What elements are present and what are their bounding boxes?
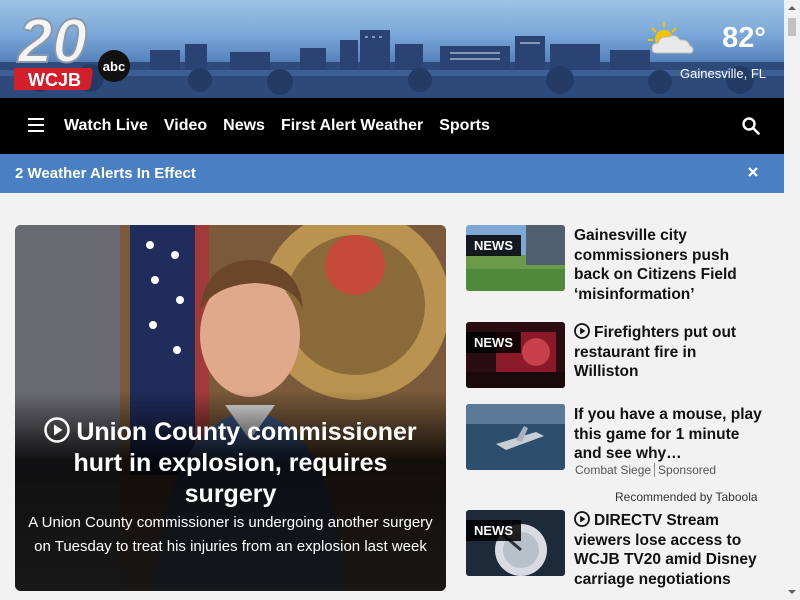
play-video-icon [574, 323, 590, 339]
svg-text:WCJB: WCJB [28, 70, 81, 90]
partly-cloudy-icon [648, 22, 694, 54]
nav-video[interactable]: Video [164, 117, 207, 135]
main-nav: Watch Live Video News First Alert Weathe… [0, 98, 784, 154]
news-badge: NEWS [466, 520, 521, 541]
weather-alert-text[interactable]: 2 Weather Alerts In Effect [15, 165, 196, 182]
hero-summary: A Union County commissioner is undergoin… [28, 514, 433, 555]
story-headline-text: DIRECTV Stream viewers lose access to WC… [574, 512, 757, 588]
weather-widget[interactable]: 82° Gainesville, FL [646, 16, 766, 86]
story-thumbnail: NEWS [466, 225, 565, 291]
nav-links: Watch Live Video News First Alert Weathe… [64, 98, 506, 154]
wcjb-logo[interactable]: 20 abc WCJB [6, 6, 134, 94]
page-scrollbar[interactable] [784, 0, 800, 600]
scroll-up-arrow-icon[interactable] [784, 0, 800, 16]
play-video-icon [574, 511, 590, 527]
play-video-icon [44, 417, 71, 443]
nav-watch-live[interactable]: Watch Live [64, 117, 148, 135]
search-icon[interactable] [742, 117, 760, 135]
weather-location: Gainesville, FL [680, 66, 766, 81]
hero-headline-text: Union County commissioner hurt in explos… [73, 418, 417, 508]
taboola-attribution[interactable]: Recommended by Taboola [615, 490, 758, 504]
story-thumbnail: NEWS [466, 322, 565, 388]
svg-text:abc: abc [103, 59, 125, 74]
nav-first-alert-weather[interactable]: First Alert Weather [281, 117, 423, 135]
hero-story[interactable]: Union County commissioner hurt in explos… [15, 225, 446, 591]
temperature: 82° [722, 22, 766, 54]
weather-alert-bar[interactable]: 2 Weather Alerts In Effect [0, 154, 784, 193]
sponsored-card[interactable]: If you have a mouse, play this game for … [466, 404, 771, 482]
story-thumbnail [466, 404, 565, 470]
story-headline[interactable]: Gainesville city commissioners push back… [574, 226, 764, 304]
story-card[interactable]: NEWS Gainesville city commissioners push… [466, 225, 771, 305]
story-headline[interactable]: If you have a mouse, play this game for … [574, 405, 764, 464]
close-icon[interactable] [746, 165, 760, 179]
scroll-down-arrow-icon[interactable] [784, 584, 800, 600]
story-thumbnail: NEWS [466, 510, 565, 576]
nav-sports[interactable]: Sports [439, 117, 490, 135]
news-badge: NEWS [466, 332, 521, 353]
story-headline[interactable]: DIRECTV Stream viewers lose access to WC… [574, 511, 764, 589]
sponsor-name[interactable]: Combat Siege [575, 463, 651, 477]
news-badge: NEWS [466, 235, 521, 256]
story-card[interactable]: NEWS Firefighters put out restaurant fir… [466, 322, 771, 402]
hamburger-icon[interactable] [28, 118, 44, 132]
story-headline-text: Firefighters put out restaurant fire in … [574, 324, 737, 380]
sponsored-label: Sponsored [654, 463, 717, 477]
svg-text:20: 20 [17, 7, 87, 76]
nav-news[interactable]: News [223, 117, 265, 135]
scrollbar-thumb[interactable] [788, 18, 796, 36]
hero-headline[interactable]: Union County commissioner hurt in explos… [33, 417, 428, 510]
header-banner: 20 abc WCJB 82° Gainesville, FL [0, 0, 784, 98]
story-headline[interactable]: Firefighters put out restaurant fire in … [574, 323, 764, 382]
story-card[interactable]: NEWS DIRECTV Stream viewers lose access … [466, 510, 771, 590]
sponsor-line[interactable]: Combat Siege Sponsored [575, 463, 717, 477]
